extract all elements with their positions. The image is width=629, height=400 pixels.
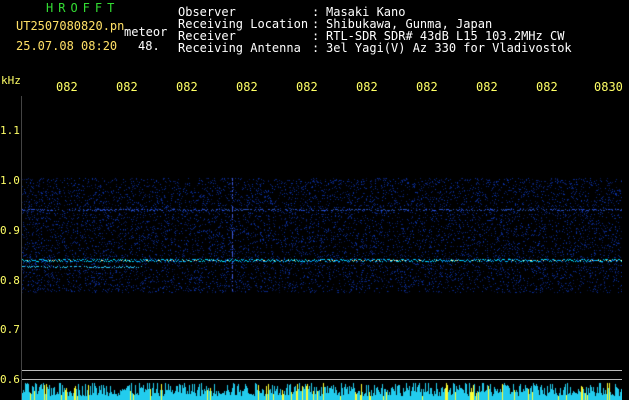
x-tick: 082 xyxy=(356,80,378,94)
filename: UT2507080820.pn xyxy=(16,19,125,33)
x-tick: 082 xyxy=(296,80,318,94)
x-tick: 082 xyxy=(476,80,498,94)
y-tick: 1.0 xyxy=(0,174,20,187)
baseline-marker xyxy=(22,370,622,371)
label-antenna: Receiving Antenna xyxy=(178,41,301,55)
datetime: 25.07.08 08:20 xyxy=(16,39,118,53)
y-tick: 0.8 xyxy=(0,274,20,287)
spectrogram-canvas xyxy=(22,96,622,400)
y-tick: 0.6 xyxy=(0,373,20,386)
x-tick: 082 xyxy=(416,80,438,94)
x-tick: 082 xyxy=(116,80,138,94)
x-tick: 082 xyxy=(56,80,78,94)
y-tick: 0.7 xyxy=(0,323,20,336)
y-axis-unit: kHz xyxy=(1,74,21,87)
y-tick: 1.1 xyxy=(0,124,20,137)
colon-4: : xyxy=(312,41,320,55)
meteor-label: meteor xyxy=(124,25,168,39)
x-tick: 082 xyxy=(176,80,198,94)
x-tick: 082 xyxy=(536,80,558,94)
brand-title: HROFFT xyxy=(46,1,120,15)
y-tick: 0.9 xyxy=(0,224,20,237)
meteor-count: 48. xyxy=(138,39,160,53)
x-tick: 0830 xyxy=(594,80,623,94)
baseline-marker xyxy=(22,379,622,380)
x-tick: 082 xyxy=(236,80,258,94)
value-antenna: 3el Yagi(V) Az 330 for Vladivostok xyxy=(326,41,572,55)
